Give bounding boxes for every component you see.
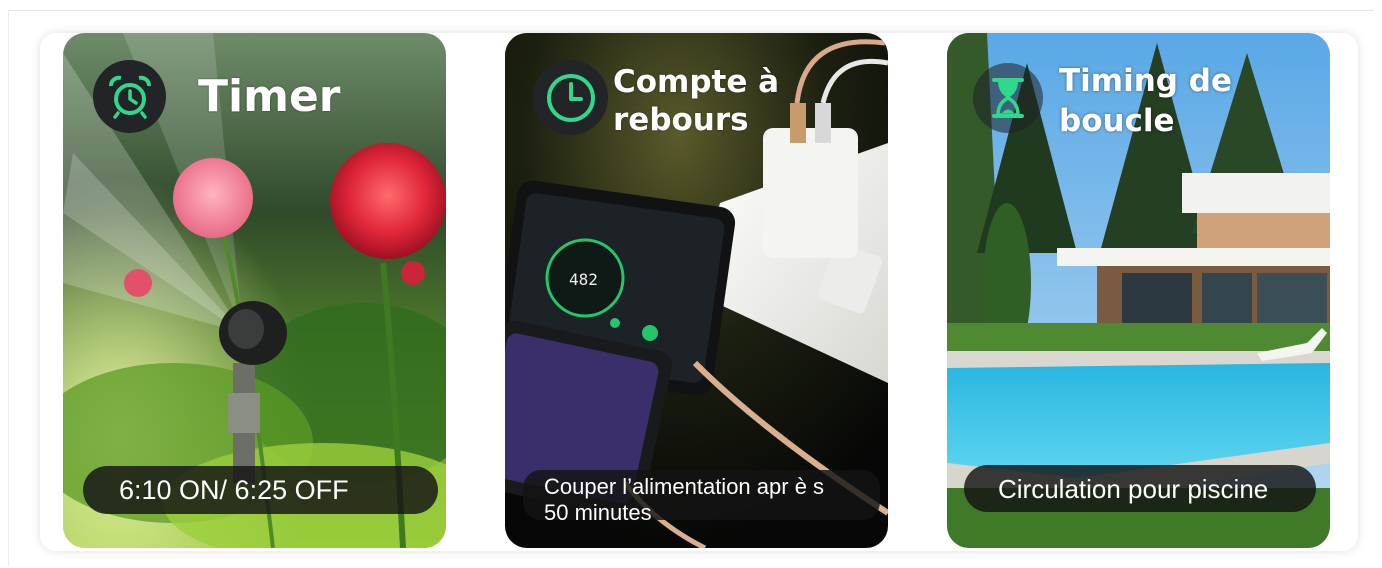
timer-caption-text: 6:10 ON/ 6:25 OFF xyxy=(119,475,349,505)
countdown-caption-line-1: Couper l’alimentation apr è s xyxy=(544,474,825,499)
phone-charge-readout: 482 xyxy=(569,270,598,289)
loop-timing-title-line-1: Timing de xyxy=(1059,63,1232,99)
timer-caption: 6:10 ON/ 6:25 OFF xyxy=(83,466,438,514)
countdown-caption: Couper l’alimentation apr è s 50 minutes xyxy=(523,470,880,525)
countdown-title-line-2: rebours xyxy=(613,102,749,138)
countdown-card: 482 Compte à rebours Couper l’alimentati… xyxy=(505,33,888,548)
countdown-caption-line-2: 50 minutes xyxy=(544,500,652,525)
loop-timing-title-line-2: boucle xyxy=(1059,103,1175,139)
timer-title: Timer xyxy=(198,71,341,122)
countdown-title-line-1: Compte à xyxy=(613,64,780,100)
hourglass-icon xyxy=(992,78,1024,118)
loop-timing-caption: Circulation pour piscine xyxy=(964,465,1316,512)
hourglass-badge xyxy=(973,63,1043,133)
loop-timing-card: Timing de boucle Circulation pour piscin… xyxy=(947,33,1330,548)
countdown-title: Compte à rebours xyxy=(613,63,779,139)
alarm-clock-icon xyxy=(108,75,151,119)
loop-timing-title: Timing de boucle xyxy=(1059,61,1232,141)
loop-timing-caption-text: Circulation pour piscine xyxy=(998,474,1269,504)
timer-card: Timer 6:10 ON/ 6:25 OFF xyxy=(63,33,446,548)
countdown-clock-icon xyxy=(546,73,595,122)
countdown-clock-badge xyxy=(533,60,608,135)
alarm-clock-badge xyxy=(93,60,166,133)
